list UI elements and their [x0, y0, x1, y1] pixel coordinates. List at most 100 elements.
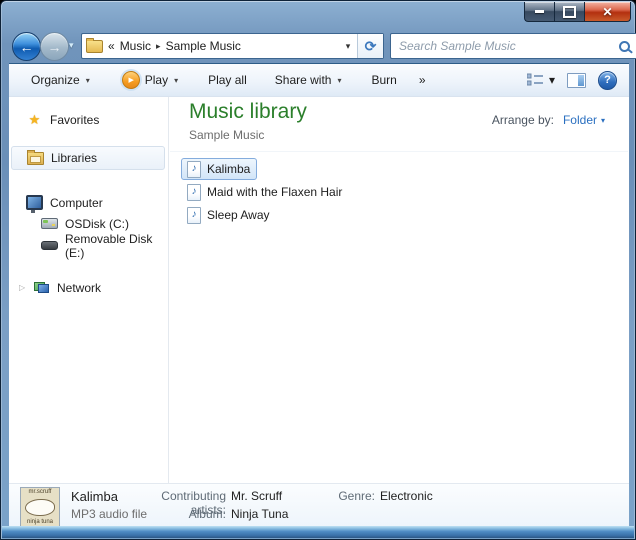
- sidebar-item-libraries[interactable]: Libraries: [11, 146, 165, 170]
- play-all-label: Play all: [208, 73, 247, 87]
- navigation-pane: ★ Favorites Libraries Computer OSDisk (C…: [9, 97, 169, 483]
- star-icon: ★: [26, 113, 43, 126]
- explorer-body: ★ Favorites Libraries Computer OSDisk (C…: [9, 97, 629, 483]
- play-label: Play: [145, 73, 168, 87]
- sidebar-label: Computer: [50, 196, 103, 210]
- forward-button[interactable]: →: [40, 32, 69, 61]
- sidebar-label: Removable Disk (E:): [65, 232, 166, 260]
- maximize-button[interactable]: [554, 2, 585, 22]
- minimize-button[interactable]: [524, 2, 554, 22]
- sidebar-item-computer[interactable]: Computer: [9, 192, 166, 213]
- chevron-down-icon: ▾: [601, 116, 605, 125]
- sidebar-item-favorites[interactable]: ★ Favorites: [9, 109, 166, 130]
- genre-label: Genre:: [325, 489, 375, 503]
- library-subtitle: Sample Music: [189, 128, 264, 142]
- breadcrumb-separator-icon[interactable]: ▸: [156, 41, 161, 52]
- breadcrumb: « Music ▸ Sample Music: [82, 34, 339, 58]
- back-button[interactable]: ←: [12, 32, 41, 61]
- window-bottom-border: [2, 526, 634, 538]
- arrange-by-label: Arrange by:: [492, 113, 554, 127]
- album-art-artist-text: mr.scruff: [29, 489, 52, 495]
- hard-drive-icon: [41, 218, 58, 229]
- breadcrumb-overflow-icon[interactable]: «: [108, 39, 115, 53]
- search-box: [390, 33, 636, 59]
- sidebar-item-removable-disk-e[interactable]: Removable Disk (E:): [9, 235, 166, 256]
- expander-triangle-icon[interactable]: ▷: [19, 283, 25, 292]
- file-item-kalimba[interactable]: ♪ Kalimba: [181, 158, 257, 180]
- minimize-icon: [535, 10, 544, 13]
- address-bar[interactable]: « Music ▸ Sample Music ▾ ⟳: [81, 33, 384, 59]
- breadcrumb-item-music[interactable]: Music: [120, 39, 151, 53]
- file-name: Kalimba: [207, 162, 250, 176]
- computer-icon: [26, 195, 43, 210]
- play-all-button[interactable]: Play all: [200, 69, 255, 91]
- music-file-icon: ♪: [187, 184, 201, 201]
- chevron-down-icon: ▾: [337, 76, 341, 85]
- breadcrumb-item-sample-music[interactable]: Sample Music: [166, 39, 241, 53]
- arrange-by-control: Arrange by: Folder ▾: [492, 113, 605, 127]
- chevron-down-icon: ▾: [174, 76, 178, 85]
- client-area: Organize ▾ ▶ Play ▾ Play all Share with …: [9, 63, 629, 529]
- address-dropdown-button[interactable]: ▾: [339, 34, 357, 58]
- command-toolbar: Organize ▾ ▶ Play ▾ Play all Share with …: [9, 64, 629, 97]
- file-list-pane: Music library Sample Music Arrange by: F…: [169, 97, 629, 483]
- change-view-button[interactable]: ▾: [527, 73, 555, 87]
- maximize-icon: [563, 6, 576, 18]
- toolbar-right-group: ▾ ?: [527, 64, 617, 96]
- share-with-button[interactable]: Share with ▾: [267, 69, 350, 91]
- details-pane: mr.scruff ninja tuna Kalimba MP3 audio f…: [9, 483, 629, 530]
- refresh-icon: ⟳: [365, 38, 377, 55]
- share-with-label: Share with: [275, 73, 332, 87]
- refresh-button[interactable]: ⟳: [357, 34, 383, 58]
- album-art-thumbnail: mr.scruff ninja tuna: [20, 487, 60, 527]
- file-list: ♪ Kalimba ♪ Maid with the Flaxen Hair ♪ …: [181, 158, 349, 227]
- sidebar-item-network[interactable]: ▷ Network: [9, 277, 166, 298]
- libraries-icon: [27, 152, 44, 165]
- contributing-artists-value: Mr. Scruff: [231, 489, 282, 503]
- library-title: Music library: [189, 100, 307, 124]
- search-input[interactable]: [397, 38, 619, 54]
- album-art-blob: [25, 499, 55, 516]
- file-item-maid-with-the-flaxen-hair[interactable]: ♪ Maid with the Flaxen Hair: [181, 181, 349, 203]
- sidebar-label: OSDisk (C:): [65, 217, 129, 231]
- organize-label: Organize: [31, 73, 80, 87]
- music-file-icon: ♪: [187, 161, 201, 178]
- selected-file-name: Kalimba: [71, 489, 118, 504]
- album-value: Ninja Tuna: [231, 507, 288, 521]
- help-button[interactable]: ?: [598, 71, 617, 90]
- genre-value: Electronic: [380, 489, 433, 503]
- album-art-title-text: ninja tuna: [27, 519, 53, 525]
- file-item-sleep-away[interactable]: ♪ Sleep Away: [181, 204, 277, 226]
- forward-arrow-icon: →: [48, 39, 62, 55]
- window-controls: ✕: [524, 2, 631, 22]
- organize-button[interactable]: Organize ▾: [23, 69, 98, 91]
- sidebar-label: Libraries: [51, 151, 97, 165]
- chevron-down-icon: ▾: [86, 76, 90, 85]
- close-button[interactable]: ✕: [585, 2, 631, 22]
- chevron-down-icon: ▾: [549, 73, 555, 87]
- views-grid-icon: [527, 73, 543, 87]
- close-icon: ✕: [602, 6, 612, 18]
- burn-label: Burn: [371, 73, 396, 87]
- back-arrow-icon: ←: [20, 39, 34, 55]
- folder-icon[interactable]: [86, 40, 103, 53]
- play-button[interactable]: ▶ Play ▾: [114, 67, 186, 93]
- removable-drive-icon: [41, 241, 58, 250]
- file-name: Maid with the Flaxen Hair: [207, 185, 342, 199]
- play-icon: ▶: [122, 71, 140, 89]
- music-file-icon: ♪: [187, 207, 201, 224]
- album-label: Album:: [133, 507, 226, 521]
- burn-button[interactable]: Burn: [363, 69, 404, 91]
- sidebar-label: Network: [57, 281, 101, 295]
- network-icon: [33, 282, 50, 293]
- search-icon[interactable]: [619, 41, 630, 52]
- arrange-by-dropdown[interactable]: Folder ▾: [563, 113, 605, 127]
- question-mark-icon: ?: [604, 74, 611, 86]
- file-name: Sleep Away: [207, 208, 270, 222]
- recent-pages-dropdown[interactable]: ▾: [69, 40, 74, 51]
- overflow-chevron-icon: »: [419, 73, 426, 87]
- window-frame: ✕ ← → ▾ « Music ▸ Sample Music ▾ ⟳ Organ…: [0, 0, 636, 540]
- toolbar-overflow-button[interactable]: »: [411, 69, 434, 91]
- sidebar-label: Favorites: [50, 113, 99, 127]
- preview-pane-button[interactable]: [567, 73, 586, 88]
